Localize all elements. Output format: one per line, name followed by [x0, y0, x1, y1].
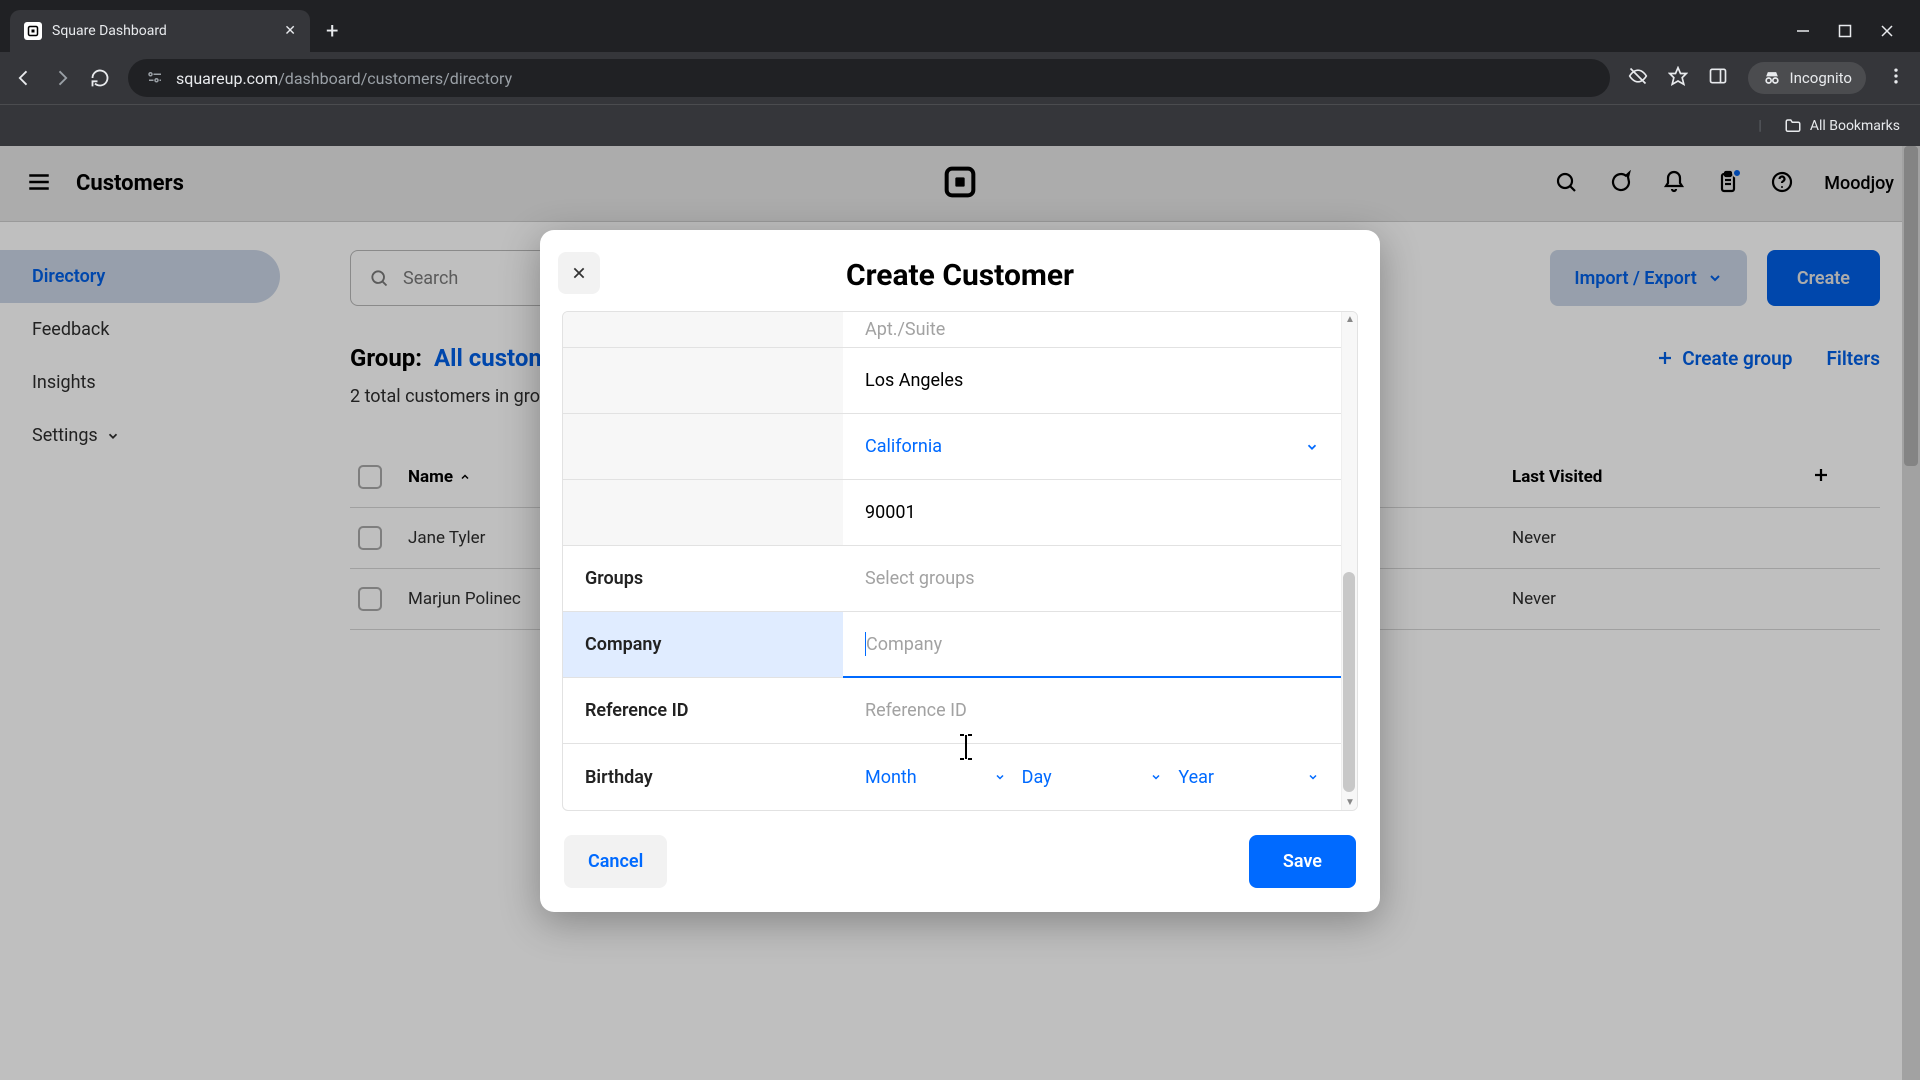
state-select[interactable]: California [843, 414, 1341, 480]
apt-suite-field[interactable]: Apt./Suite [843, 312, 1341, 348]
birthday-day-select[interactable]: Day [1022, 767, 1163, 788]
reload-button[interactable] [90, 68, 110, 88]
forward-button[interactable] [52, 68, 72, 88]
incognito-badge[interactable]: Incognito [1748, 62, 1866, 94]
scroll-down-icon[interactable]: ▼ [1345, 797, 1355, 808]
scroll-up-icon[interactable]: ▲ [1345, 314, 1355, 325]
address-label-spacer [563, 312, 843, 348]
url-text: squareup.com/dashboard/customers/directo… [176, 69, 512, 88]
nav-bar: squareup.com/dashboard/customers/directo… [0, 52, 1920, 104]
groups-select[interactable]: Select groups [843, 546, 1341, 612]
chevron-down-icon [994, 771, 1006, 783]
city-label-spacer [563, 348, 843, 414]
window-controls [1796, 10, 1910, 52]
zip-label-spacer [563, 480, 843, 546]
tab-title: Square Dashboard [52, 23, 274, 39]
eye-off-icon[interactable] [1628, 66, 1648, 90]
zip-field[interactable]: 90001 [843, 480, 1341, 546]
chevron-down-icon [1307, 771, 1319, 783]
chevron-down-icon [1305, 440, 1319, 454]
all-bookmarks-link[interactable]: All Bookmarks [1810, 118, 1900, 134]
city-field[interactable]: Los Angeles [843, 348, 1341, 414]
browser-tab[interactable]: Square Dashboard ✕ [10, 10, 310, 52]
state-label-spacer [563, 414, 843, 480]
folder-icon [1784, 117, 1802, 135]
birthday-label: Birthday [563, 744, 843, 810]
company-field[interactable]: Company [843, 612, 1341, 678]
new-tab-button[interactable]: + [326, 19, 338, 44]
company-placeholder: Company [866, 634, 942, 655]
chevron-down-icon [1150, 771, 1162, 783]
close-window-icon[interactable] [1880, 24, 1894, 38]
modal-overlay[interactable]: Create Customer ▲ ▼ Apt./Suite [0, 146, 1920, 1080]
url-bar[interactable]: squareup.com/dashboard/customers/directo… [128, 59, 1610, 97]
modal-form: ▲ ▼ Apt./Suite Los Angeles California [562, 311, 1358, 811]
close-modal-button[interactable] [558, 252, 600, 294]
star-icon[interactable] [1668, 66, 1688, 90]
bookmark-bar: All Bookmarks [0, 104, 1920, 146]
back-button[interactable] [14, 68, 34, 88]
save-button[interactable]: Save [1249, 835, 1356, 888]
reference-id-field[interactable]: Reference ID [843, 678, 1341, 744]
incognito-label: Incognito [1790, 69, 1852, 87]
form-scrollbar[interactable]: ▲ ▼ [1341, 312, 1357, 810]
cancel-button[interactable]: Cancel [564, 835, 667, 888]
maximize-icon[interactable] [1838, 24, 1852, 38]
groups-label: Groups [563, 546, 843, 612]
minimize-icon[interactable] [1796, 24, 1810, 38]
panel-icon[interactable] [1708, 66, 1728, 90]
square-favicon [24, 22, 42, 40]
reference-id-label: Reference ID [563, 678, 843, 744]
close-tab-icon[interactable]: ✕ [284, 23, 296, 39]
kebab-icon[interactable] [1886, 66, 1906, 90]
birthday-row: Month Day Year [843, 744, 1341, 810]
site-info-icon[interactable] [146, 69, 164, 87]
tab-bar: Square Dashboard ✕ + [0, 0, 1920, 52]
birthday-year-select[interactable]: Year [1178, 767, 1319, 788]
create-customer-modal: Create Customer ▲ ▼ Apt./Suite [540, 230, 1380, 912]
birthday-month-select[interactable]: Month [865, 767, 1006, 788]
company-label: Company [563, 612, 843, 678]
modal-title: Create Customer [560, 258, 1360, 293]
